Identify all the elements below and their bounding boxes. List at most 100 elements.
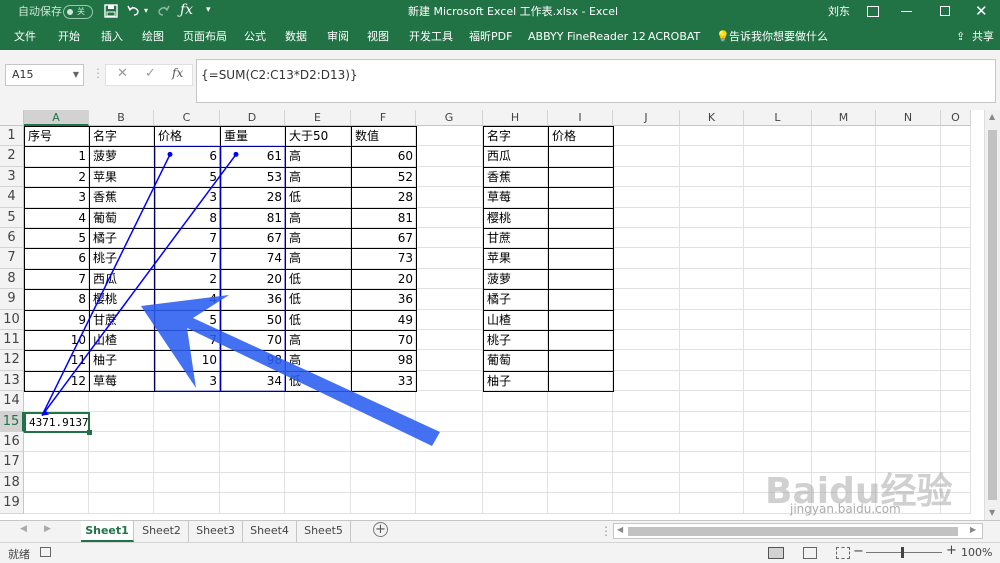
cell[interactable] [744, 289, 812, 310]
cell[interactable] [416, 493, 483, 514]
tell-me-search[interactable]: 告诉我你想要做什么 [729, 24, 828, 50]
sheet-tab-sheet1[interactable]: Sheet1 [81, 521, 134, 542]
table-cell[interactable]: 低 [285, 289, 352, 311]
cell[interactable] [812, 289, 876, 310]
row-header-11[interactable]: 11 [0, 330, 24, 351]
cell[interactable] [876, 187, 941, 208]
cell[interactable] [744, 268, 812, 290]
table-cell[interactable]: 高 [285, 166, 352, 189]
cell[interactable] [941, 187, 971, 208]
cell[interactable] [613, 370, 680, 392]
table-cell[interactable]: 低 [285, 187, 352, 209]
tab-abbyy[interactable]: ABBYY FineReader 12 [528, 24, 646, 50]
cell[interactable] [876, 268, 941, 290]
row-header-14[interactable]: 14 [0, 391, 24, 412]
cell[interactable] [613, 248, 680, 269]
cancel-icon[interactable]: ✕ [117, 66, 128, 81]
column-header-a[interactable]: A [24, 110, 89, 126]
table-cell[interactable]: 7 [154, 228, 221, 250]
cell[interactable] [613, 207, 680, 228]
row-header-13[interactable]: 13 [0, 370, 24, 392]
cell[interactable] [285, 493, 351, 514]
table-cell[interactable] [548, 248, 614, 270]
column-header-i[interactable]: I [548, 110, 613, 126]
table-cell[interactable]: 7 [154, 330, 221, 352]
tab-acrobat[interactable]: ACROBAT [648, 24, 700, 50]
column-header-g[interactable]: G [416, 110, 483, 126]
tab-insert[interactable]: 插入 [101, 24, 123, 50]
table-cell[interactable] [548, 309, 614, 331]
formula-bar-grip-icon[interactable]: ⋮ [92, 66, 104, 80]
tab-foxit-pdf[interactable]: 福昕PDF [469, 24, 512, 50]
enter-icon[interactable]: ✓ [145, 66, 156, 81]
cell[interactable] [876, 289, 941, 310]
cell[interactable] [285, 391, 351, 412]
table-cell[interactable]: 67 [220, 228, 286, 250]
table-cell[interactable] [548, 268, 614, 291]
table-cell[interactable]: 8 [154, 207, 221, 229]
header-cell[interactable]: 大于50 [285, 126, 352, 148]
cell[interactable] [613, 472, 680, 494]
cell[interactable] [680, 248, 744, 269]
page-layout-view-icon[interactable] [803, 547, 817, 559]
cell[interactable] [548, 452, 613, 473]
table-cell[interactable] [548, 330, 614, 352]
table-cell[interactable]: 36 [220, 289, 286, 311]
table-cell[interactable]: 低 [285, 370, 352, 393]
cell[interactable] [154, 391, 220, 412]
cell[interactable] [941, 268, 971, 290]
tab-developer[interactable]: 开发工具 [409, 24, 453, 50]
cell[interactable] [285, 472, 351, 494]
cell[interactable] [744, 309, 812, 330]
cell[interactable] [941, 289, 971, 310]
sheet-tab-sheet4[interactable]: Sheet4 [243, 521, 297, 542]
cell[interactable] [416, 309, 483, 330]
table-cell[interactable]: 山楂 [483, 309, 549, 331]
table-cell[interactable]: 98 [351, 350, 417, 372]
cell[interactable] [483, 452, 548, 473]
cell[interactable] [680, 228, 744, 249]
sheet-tab-sheet5[interactable]: Sheet5 [297, 521, 351, 542]
table-cell[interactable]: 4 [24, 207, 90, 229]
header-cell[interactable]: 名字 [483, 126, 549, 148]
table-cell[interactable]: 3 [154, 370, 221, 393]
cell[interactable] [941, 126, 971, 147]
macro-record-icon[interactable] [40, 547, 51, 557]
table-cell[interactable]: 苹果 [483, 248, 549, 270]
close-icon[interactable]: ✕ [975, 2, 988, 20]
table-cell[interactable]: 甘蔗 [483, 228, 549, 250]
table-cell[interactable]: 5 [154, 309, 221, 331]
cell[interactable] [680, 452, 744, 473]
cell[interactable] [941, 166, 971, 188]
cell[interactable] [876, 126, 941, 147]
table-cell[interactable]: 98 [220, 350, 286, 372]
cell[interactable] [941, 207, 971, 228]
cell[interactable] [89, 391, 154, 412]
cell[interactable] [680, 493, 744, 514]
cell[interactable] [744, 350, 812, 371]
cell[interactable] [548, 391, 613, 412]
autosave-toggle[interactable]: 关 [63, 5, 93, 19]
table-cell[interactable]: 9 [24, 309, 90, 331]
table-cell[interactable]: 20 [351, 268, 417, 291]
cell[interactable] [812, 207, 876, 228]
cell[interactable] [220, 391, 285, 412]
formula-input[interactable]: {=SUM(C2:C13*D2:D13)} [196, 59, 996, 103]
column-header-n[interactable]: N [876, 110, 941, 126]
cell[interactable] [812, 309, 876, 330]
cell[interactable] [680, 187, 744, 208]
row-header-18[interactable]: 18 [0, 472, 24, 494]
table-cell[interactable]: 2 [24, 166, 90, 189]
zoom-level[interactable]: 100% [961, 546, 992, 559]
header-cell[interactable]: 价格 [154, 126, 221, 148]
cell[interactable] [220, 452, 285, 473]
table-cell[interactable]: 甘蔗 [89, 309, 155, 331]
next-sheet-icon[interactable]: ▶ [44, 524, 51, 534]
cell[interactable] [812, 268, 876, 290]
table-cell[interactable]: 低 [285, 309, 352, 331]
cell[interactable] [89, 452, 154, 473]
cell[interactable] [416, 268, 483, 290]
row-header-16[interactable]: 16 [0, 432, 24, 453]
cell[interactable] [548, 472, 613, 494]
table-cell[interactable]: 高 [285, 330, 352, 352]
